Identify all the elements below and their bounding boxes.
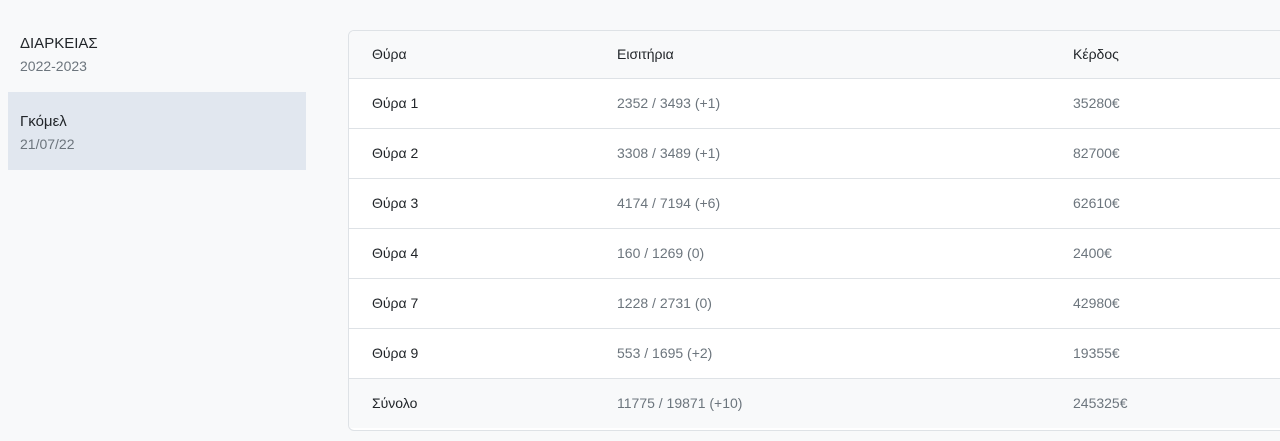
total-tickets-cell: 11775 / 19871 (+10) [617,395,743,412]
sidebar-item-gomel[interactable]: Γκόμελ 21/07/22 [8,92,306,170]
gate-stats-card: Θύρα Εισιτήρια Κέρδος Θύρα 1 2352 / 3493… [348,30,1280,431]
sidebar-item-subtitle: 21/07/22 [20,136,75,152]
table-row: Θύρα 7 1228 / 2731 (0) 42980€ [349,278,1280,328]
profit-cell: 2400€ [1073,245,1112,261]
profit-cell: 42980€ [1073,295,1120,311]
gate-cell: Θύρα 2 [372,145,419,161]
tickets-cell: 4174 / 7194 (+6) [617,195,721,211]
gate-cell: Θύρα 4 [372,245,419,261]
gate-stats-table: Θύρα Εισιτήρια Κέρδος Θύρα 1 2352 / 3493… [349,31,1280,428]
profit-cell: 35280€ [1073,95,1120,111]
table-row: Θύρα 9 553 / 1695 (+2) 19355€ [349,328,1280,378]
gate-cell: Θύρα 9 [372,345,419,361]
table-header-row: Θύρα Εισιτήρια Κέρδος [349,31,1280,79]
profit-cell: 82700€ [1073,145,1120,161]
tickets-cell: 160 / 1269 (0) [617,245,705,261]
total-label-cell: Σύνολο [372,395,418,412]
tickets-cell: 553 / 1695 (+2) [617,345,713,361]
tickets-cell: 1228 / 2731 (0) [617,295,712,311]
gate-cell: Θύρα 1 [372,95,419,111]
column-header-tickets: Εισιτήρια [617,31,1073,79]
column-header-profit: Κέρδος [1073,31,1280,79]
column-header-gate: Θύρα [349,31,617,79]
sidebar-item-title: ΔΙΑΡΚΕΙΑΣ [20,35,98,52]
sidebar-item-subtitle: 2022-2023 [20,58,87,74]
table-row: Θύρα 4 160 / 1269 (0) 2400€ [349,228,1280,278]
table-row: Θύρα 1 2352 / 3493 (+1) 35280€ [349,78,1280,128]
table-row: Θύρα 2 3308 / 3489 (+1) 82700€ [349,128,1280,178]
gate-cell: Θύρα 7 [372,295,419,311]
table-total-row: Σύνολο 11775 / 19871 (+10) 245325€ [349,378,1280,428]
tickets-cell: 3308 / 3489 (+1) [617,145,721,161]
tickets-cell: 2352 / 3493 (+1) [617,95,721,111]
sidebar: ΔΙΑΡΚΕΙΑΣ 2022-2023 Γκόμελ 21/07/22 [8,24,306,170]
sidebar-item-season-ticket[interactable]: ΔΙΑΡΚΕΙΑΣ 2022-2023 [8,24,306,88]
sidebar-item-title: Γκόμελ [20,113,67,130]
table-row: Θύρα 3 4174 / 7194 (+6) 62610€ [349,178,1280,228]
gate-cell: Θύρα 3 [372,195,419,211]
total-profit-cell: 245325€ [1073,395,1128,412]
profit-cell: 62610€ [1073,195,1120,211]
profit-cell: 19355€ [1073,345,1120,361]
